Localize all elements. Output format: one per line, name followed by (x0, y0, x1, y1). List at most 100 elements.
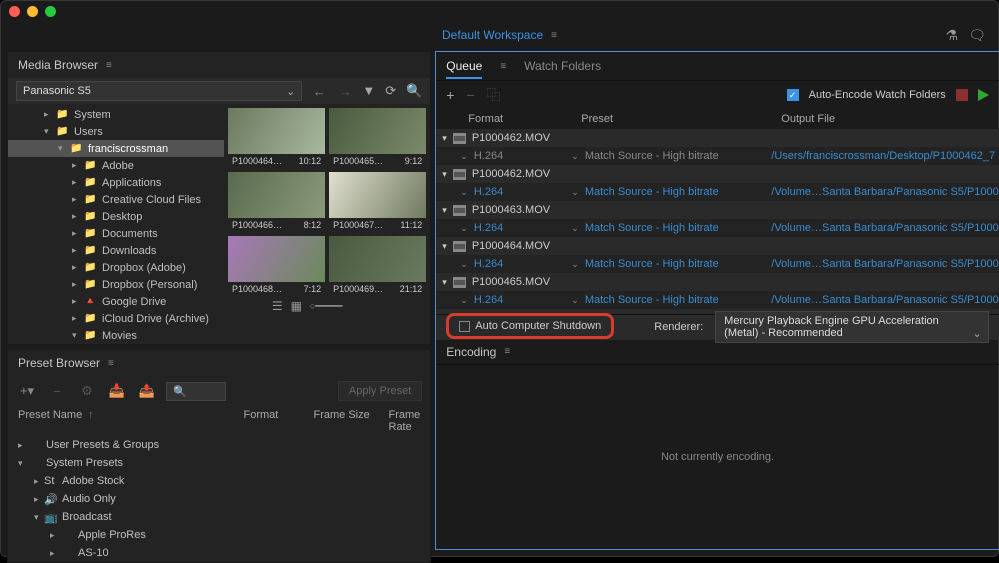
add-source-icon[interactable]: + (446, 87, 454, 103)
tree-item[interactable]: ▸📁iCloud Drive (Archive) (8, 310, 224, 327)
location-dropdown[interactable]: Panasonic S5 (16, 81, 302, 101)
tree-item[interactable]: ▸📁Creative Cloud Files (8, 191, 224, 208)
queue-item[interactable]: ⌄H.264⌄Match Source - High bitrate/Volum… (436, 183, 998, 201)
app-window: Default Workspace ≡ ⚗ 🗨 Media Browser ≡ … (0, 0, 999, 557)
thumbnail[interactable]: P1000466…8:12 (228, 172, 325, 232)
preset-row[interactable]: ▸🔊Audio Only (8, 490, 430, 508)
thumbnail[interactable]: P1000467…11:12 (329, 172, 426, 232)
tab-queue[interactable]: Queue (446, 59, 482, 79)
experiment-icon[interactable]: ⚗ (946, 27, 959, 44)
queue-group[interactable]: ▾P1000464.MOV (436, 237, 998, 255)
queue-item[interactable]: ⌄H.264⌄Match Source - High bitrate/Volum… (436, 291, 998, 309)
tree-item[interactable]: ▸📁Documents (8, 225, 224, 242)
tree-item[interactable]: ▸📁Downloads (8, 242, 224, 259)
auto-encode-label: Auto-Encode Watch Folders (809, 89, 946, 101)
col-preset[interactable]: Preset (581, 113, 781, 125)
encoding-status: Not currently encoding. (661, 451, 774, 463)
preset-row[interactable]: ▾System Presets (8, 454, 430, 472)
video-icon (453, 133, 466, 144)
preset-search-input[interactable]: 🔍 (166, 382, 226, 401)
fullscreen-icon[interactable] (45, 6, 56, 17)
tree-item[interactable]: ▾📁franciscrossman (8, 140, 224, 157)
preset-row[interactable]: ▸StAdobe Stock (8, 472, 430, 490)
col-output[interactable]: Output File (781, 113, 988, 125)
queue-tab-menu-icon[interactable]: ≡ (500, 61, 506, 72)
queue-group[interactable]: ▾P1000462.MOV (436, 165, 998, 183)
col-frame-size[interactable]: Frame Size (314, 409, 389, 433)
panel-menu-icon[interactable]: ≡ (504, 346, 510, 357)
tree-item[interactable]: ▸📁Applications (8, 174, 224, 191)
col-preset-name[interactable]: Preset Name (18, 409, 248, 433)
queue-group[interactable]: ▾P1000463.MOV (436, 201, 998, 219)
tree-item[interactable]: ▸📁Dropbox (Personal) (8, 276, 224, 293)
grid-view-icon[interactable]: ▦ (291, 299, 302, 313)
tree-item[interactable]: ▸📁Dropbox (Adobe) (8, 259, 224, 276)
import-icon[interactable]: 📥 (106, 382, 128, 400)
tree-item[interactable]: ▾📁Users (8, 123, 224, 140)
queue-group[interactable]: ▾P1000462.MOV (436, 129, 998, 147)
tree-item[interactable]: ▸🔺Google Drive (8, 293, 224, 310)
tree-item[interactable]: ▾📁Movies (8, 327, 224, 344)
forward-icon[interactable]: → (336, 82, 354, 100)
workspace-label[interactable]: Default Workspace (442, 28, 543, 42)
thumbnail[interactable]: P1000469…21:12 (329, 236, 426, 296)
renderer-dropdown[interactable]: Mercury Playback Engine GPU Acceleration… (715, 311, 989, 343)
thumbnail-size-slider[interactable]: ○━━━━━ (310, 301, 343, 312)
video-icon (453, 277, 466, 288)
workspace-menu-icon[interactable]: ≡ (551, 30, 557, 41)
tree-item[interactable]: ▸📁Adobe (8, 157, 224, 174)
refresh-icon[interactable]: ⟳ (385, 83, 396, 99)
video-icon (453, 169, 466, 180)
queue-group[interactable]: ▾P1000465.MOV (436, 273, 998, 291)
minimize-icon[interactable] (27, 6, 38, 17)
tab-watch-folders[interactable]: Watch Folders (524, 59, 601, 73)
thumbnail[interactable]: P1000465…9:12 (329, 108, 426, 168)
filter-icon[interactable]: ▼ (362, 83, 375, 99)
panel-menu-icon[interactable]: ≡ (108, 358, 114, 369)
auto-shutdown-label: Auto Computer Shutdown (475, 320, 601, 332)
col-frame-rate[interactable]: Frame Rate (389, 409, 421, 433)
tree-item[interactable]: ▸📁Desktop (8, 208, 224, 225)
col-format[interactable]: Format (446, 113, 581, 125)
close-icon[interactable] (9, 6, 20, 17)
preset-row[interactable]: ▸Apple ProRes (8, 526, 430, 544)
back-icon[interactable]: ← (310, 82, 328, 100)
add-preset-icon[interactable]: +▾ (16, 382, 38, 400)
remove-source-icon[interactable]: − (466, 87, 474, 103)
auto-encode-checkbox[interactable]: ✓ (787, 89, 799, 101)
encoding-title: Encoding (446, 345, 496, 359)
thumbnail[interactable]: P1000468…7:12 (228, 236, 325, 296)
panel-menu-icon[interactable]: ≡ (106, 60, 112, 71)
media-browser-title: Media Browser (18, 58, 98, 72)
titlebar (1, 1, 998, 21)
preset-browser-title: Preset Browser (18, 356, 100, 370)
preset-row[interactable]: ▸User Presets & Groups (8, 436, 430, 454)
col-format[interactable]: Format (244, 409, 314, 433)
preset-row[interactable]: ▾📺Broadcast (8, 508, 430, 526)
chat-icon[interactable]: 🗨 (968, 27, 986, 44)
queue-item[interactable]: ⌄H.264⌄Match Source - High bitrate/Volum… (436, 219, 998, 237)
video-icon (453, 241, 466, 252)
thumbnail-grid: P1000464…10:12P1000465…9:12P1000466…8:12… (224, 104, 430, 344)
queue-item[interactable]: ⌄H.264⌄Match Source - High bitrate/Volum… (436, 255, 998, 273)
preset-settings-icon[interactable]: ⚙ (76, 382, 98, 400)
start-queue-button[interactable] (978, 89, 989, 101)
tree-item[interactable]: ▸📁System (8, 106, 224, 123)
search-icon[interactable]: 🔍 (406, 83, 422, 99)
menubar: Default Workspace ≡ ⚗ 🗨 (1, 21, 998, 49)
preset-browser-panel: Preset Browser ≡ +▾ − ⚙ 📥 📤 🔍 Apply Pres… (7, 349, 431, 563)
queue-item[interactable]: ⌄H.264⌄Match Source - High bitrate/Users… (436, 147, 998, 165)
media-browser-panel: Media Browser ≡ Panasonic S5 ← → ▼ ⟳ 🔍 ▸… (7, 51, 431, 345)
export-icon[interactable]: 📤 (136, 382, 158, 400)
remove-preset-icon[interactable]: − (46, 382, 68, 400)
preset-row[interactable]: ▸AS-10 (8, 544, 430, 562)
queue-panel: Queue ≡ Watch Folders + − ⿻ ✓ Auto-Encod… (435, 51, 999, 550)
video-icon (453, 205, 466, 216)
apply-preset-button[interactable]: Apply Preset (338, 381, 422, 401)
folder-tree[interactable]: ▸📁System▾📁Users▾📁franciscrossman▸📁Adobe▸… (8, 104, 224, 344)
thumbnail[interactable]: P1000464…10:12 (228, 108, 325, 168)
list-view-icon[interactable]: ☰ (272, 299, 283, 313)
duplicate-icon[interactable]: ⿻ (487, 85, 501, 105)
auto-shutdown-checkbox[interactable] (459, 321, 470, 332)
stop-button[interactable] (956, 89, 968, 101)
